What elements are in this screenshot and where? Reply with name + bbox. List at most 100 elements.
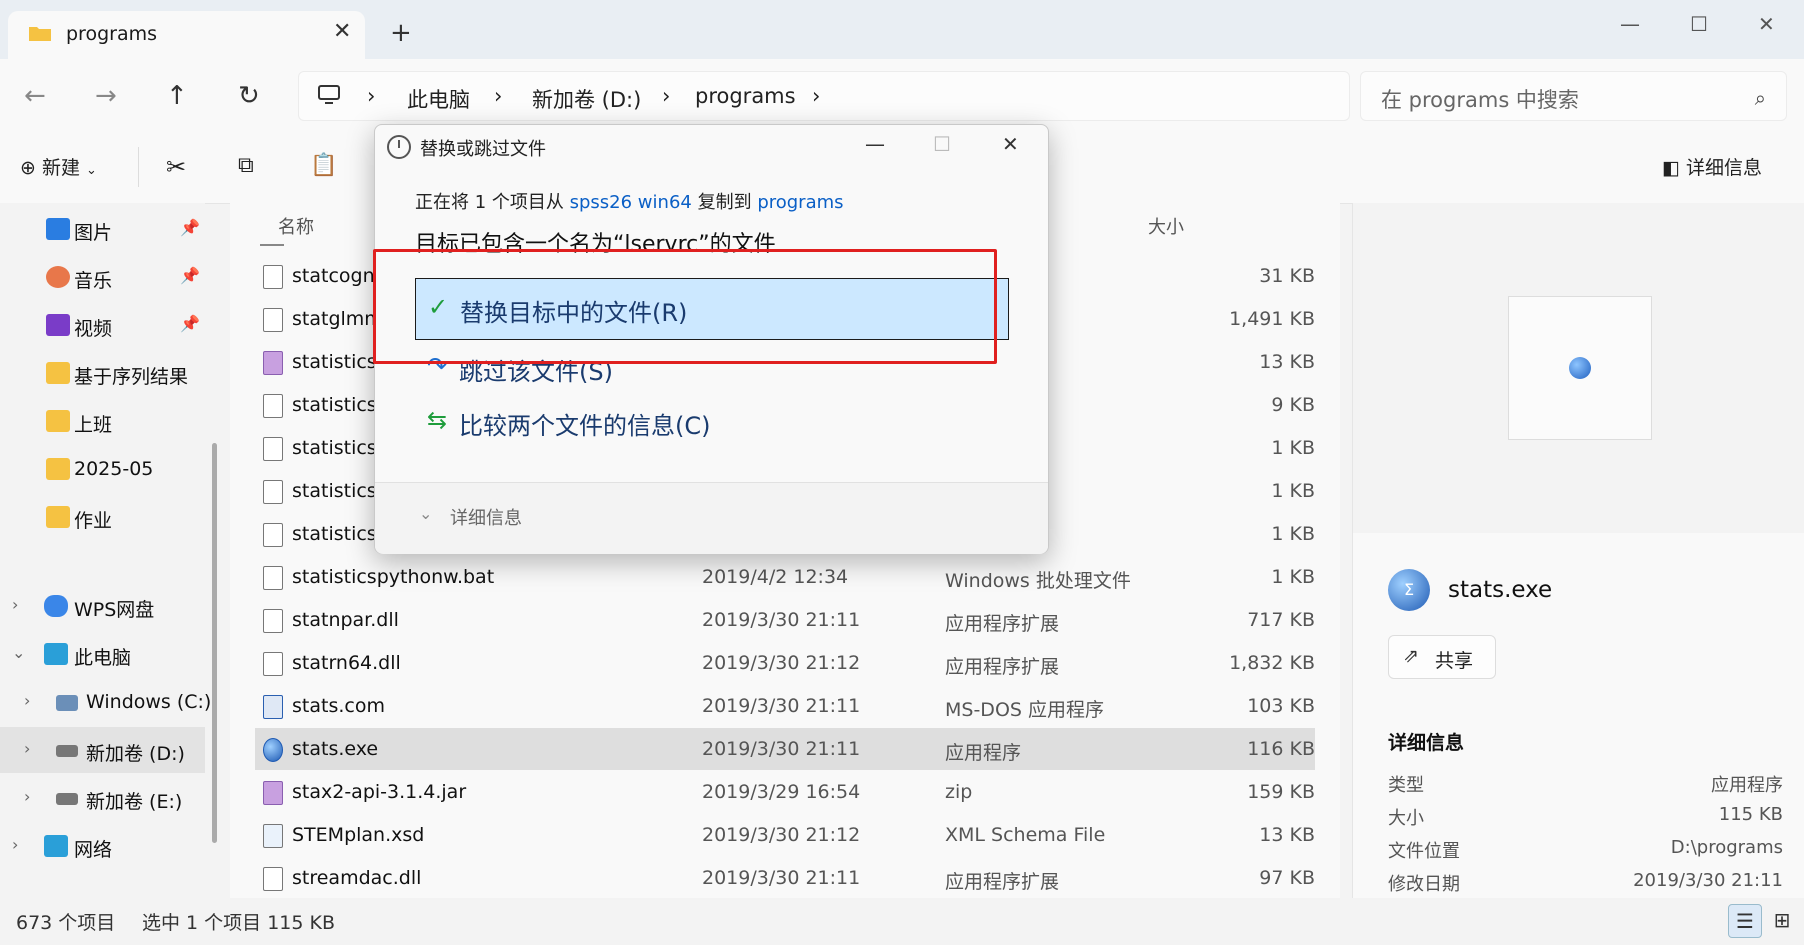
sidebar-item-drive-c[interactable]: › Windows (C:): [0, 679, 211, 725]
file-size: 13 KB: [1259, 824, 1315, 846]
breadcrumb-sep: ›: [367, 84, 376, 108]
tiles-view-button[interactable]: ⊞: [1766, 904, 1798, 936]
folder-icon: [29, 27, 51, 41]
more-details-toggle[interactable]: ⌄ 详细信息: [375, 482, 1048, 554]
close-window-button[interactable]: ✕: [1758, 12, 1775, 36]
sidebar-scrollbar[interactable]: [212, 443, 217, 843]
file-size: 1 KB: [1271, 566, 1315, 588]
copy-progress-text: 正在将 1 个项目从 spss26 win64 复制到 programs: [415, 188, 844, 214]
tab-programs[interactable]: programs ✕: [8, 11, 365, 59]
sidebar-item-network[interactable]: › 网络: [0, 823, 205, 869]
source-link[interactable]: spss26 win64: [570, 192, 692, 213]
status-bar: 673 个项目 选中 1 个项目 115 KB ☰ ⊞: [0, 898, 1804, 945]
red-highlight-annotation: [373, 249, 997, 364]
preview-thumbnail: [1508, 296, 1652, 440]
table-row[interactable]: streamdac.dll 2019/3/30 21:11 应用程序扩展 97 …: [255, 857, 1315, 899]
chevron-right-icon[interactable]: ›: [24, 739, 30, 758]
compare-files-option[interactable]: ⇆ 比较两个文件的信息(C): [415, 392, 1007, 452]
sidebar-item-folder[interactable]: 作业: [0, 494, 205, 540]
chevron-right-icon[interactable]: ›: [24, 787, 30, 806]
file-date: 2019/3/30 21:12: [702, 824, 861, 846]
details-key: 文件位置: [1388, 841, 1460, 862]
sidebar-item-drive-d[interactable]: › 新加卷 (D:): [0, 727, 205, 773]
file-size: 97 KB: [1259, 867, 1315, 889]
column-header-size[interactable]: 大小: [1148, 213, 1184, 239]
details-key: 类型: [1388, 775, 1424, 796]
file-type: XML Schema File: [945, 824, 1106, 846]
table-row[interactable]: stax2-api-3.1.4.jar 2019/3/29 16:54 zip …: [255, 771, 1315, 813]
breadcrumb[interactable]: › 此电脑 › 新加卷 (D:) › programs ›: [298, 71, 1350, 121]
dll-file-icon: [263, 609, 283, 633]
cut-icon[interactable]: ✂: [166, 153, 186, 181]
chevron-down-icon[interactable]: ⌄: [12, 643, 25, 662]
tab-close-icon[interactable]: ✕: [333, 19, 351, 44]
breadcrumb-programs[interactable]: programs: [695, 84, 796, 108]
breadcrumb-drive-d[interactable]: 新加卷 (D:): [532, 84, 641, 114]
table-row[interactable]: statnpar.dll 2019/3/30 21:11 应用程序扩展 717 …: [255, 599, 1315, 641]
table-row[interactable]: STEMplan.xsd 2019/3/30 21:12 XML Schema …: [255, 814, 1315, 856]
chevron-right-icon[interactable]: ›: [12, 595, 18, 614]
paste-icon[interactable]: 📋: [310, 153, 337, 178]
tab-title: programs: [66, 23, 158, 45]
sidebar-item-videos[interactable]: 视频 📌: [0, 302, 205, 348]
sidebar-item-this-pc[interactable]: ⌄ 此电脑: [0, 631, 205, 677]
share-button[interactable]: ⇗ 共享: [1388, 635, 1496, 679]
search-input[interactable]: 在 programs 中搜索 ⌕: [1360, 71, 1787, 121]
file-date: 2019/3/30 21:11: [702, 738, 861, 760]
chevron-down-icon: ⌄: [419, 504, 433, 523]
pin-icon: 📌: [180, 314, 200, 333]
sidebar-item-folder[interactable]: 上班: [0, 398, 205, 444]
forward-button[interactable]: →: [95, 81, 117, 111]
sidebar-item-label: 新加卷 (E:): [86, 791, 183, 813]
pin-icon: 📌: [180, 218, 200, 237]
archive-icon: [263, 781, 283, 805]
details-view-button[interactable]: ☰: [1728, 904, 1762, 938]
file-type: 应用程序扩展: [945, 613, 1060, 635]
dialog-minimize-button[interactable]: —: [865, 132, 885, 156]
folder-icon: [46, 506, 70, 528]
details-pane-button[interactable]: ◧ 详细信息: [1662, 153, 1762, 180]
chevron-right-icon[interactable]: ›: [24, 691, 30, 710]
file-icon: [263, 394, 283, 418]
refresh-button[interactable]: ↻: [238, 81, 260, 111]
exe-icon: Σ: [1388, 569, 1430, 611]
table-row-selected[interactable]: stats.exe 2019/3/30 21:11 应用程序 116 KB: [255, 728, 1315, 770]
file-type: 应用程序扩展: [945, 656, 1060, 678]
table-row[interactable]: statisticspythonw.bat 2019/4/2 12:34 Win…: [255, 556, 1315, 598]
column-header-name[interactable]: 名称: [278, 213, 314, 239]
sidebar-item-label: 上班: [74, 414, 113, 436]
dialog-title-bar[interactable]: 替换或跳过文件 — ☐ ✕: [375, 125, 1048, 167]
back-button[interactable]: ←: [24, 81, 46, 111]
videos-icon: [46, 314, 70, 336]
plus-circle-icon: ⊕: [20, 157, 36, 179]
file-name: STEMplan.xsd: [292, 824, 425, 846]
destination-link[interactable]: programs: [757, 192, 843, 213]
file-type: 应用程序扩展: [945, 871, 1060, 893]
sidebar-item-folder[interactable]: 2025-05: [0, 446, 205, 492]
copy-icon[interactable]: ⧉: [238, 153, 254, 178]
sidebar-item-wps[interactable]: › WPS网盘: [0, 583, 205, 629]
breadcrumb-this-pc[interactable]: 此电脑: [407, 84, 470, 114]
minimize-button[interactable]: —: [1620, 12, 1640, 36]
new-button[interactable]: ⊕ 新建 ⌄: [20, 153, 97, 180]
file-size: 1 KB: [1271, 480, 1315, 502]
sidebar-item-music[interactable]: 音乐 📌: [0, 254, 205, 300]
list-view-icon: ☰: [1736, 909, 1754, 933]
drive-icon: [56, 745, 78, 757]
sidebar-item-drive-e[interactable]: › 新加卷 (E:): [0, 775, 205, 821]
table-row[interactable]: stats.com 2019/3/30 21:11 MS-DOS 应用程序 10…: [255, 685, 1315, 727]
file-type: MS-DOS 应用程序: [945, 699, 1104, 721]
new-tab-button[interactable]: +: [390, 18, 412, 48]
sidebar-item-pictures[interactable]: 图片 📌: [0, 206, 205, 252]
file-date: 2019/3/30 21:11: [702, 695, 861, 717]
details-label: 详细信息: [1686, 157, 1763, 179]
sidebar-item-label: 新加卷 (D:): [86, 743, 185, 765]
sidebar-item-folder[interactable]: 基于序列结果: [0, 350, 205, 396]
table-row[interactable]: statrn64.dll 2019/3/30 21:12 应用程序扩展 1,83…: [255, 642, 1315, 684]
up-button[interactable]: ↑: [166, 81, 188, 111]
breadcrumb-sep: ›: [812, 84, 821, 108]
maximize-button[interactable]: ☐: [1690, 12, 1708, 36]
dialog-close-button[interactable]: ✕: [1002, 132, 1019, 156]
chevron-right-icon[interactable]: ›: [12, 835, 18, 854]
network-icon: [44, 835, 68, 857]
